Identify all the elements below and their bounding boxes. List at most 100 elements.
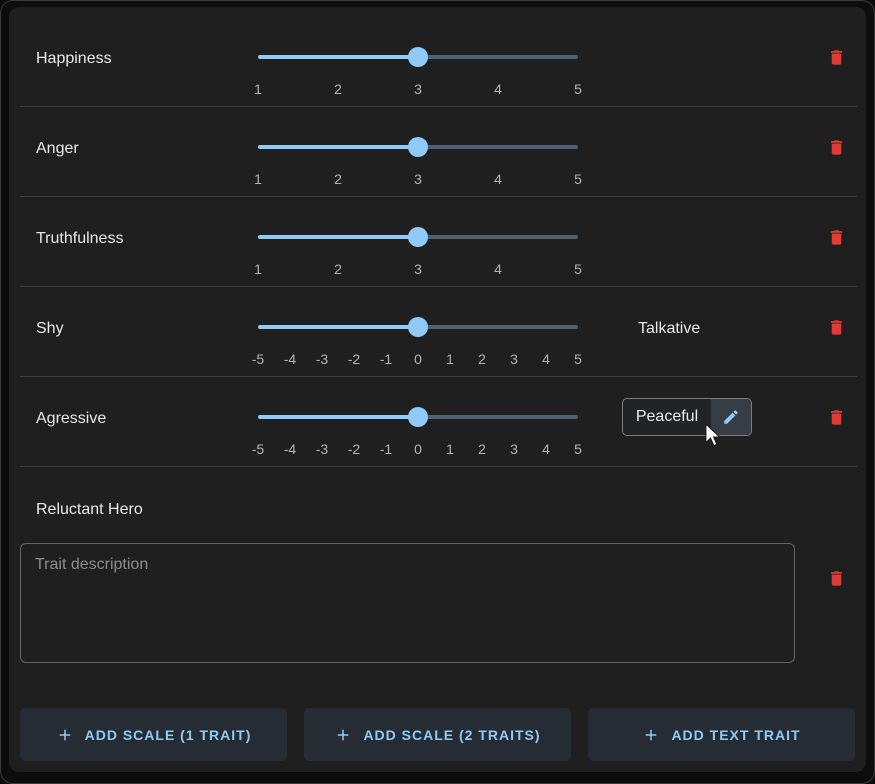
tick-label: 1 [446, 441, 454, 457]
tick-label: 1 [254, 261, 262, 277]
text-trait-label: Reluctant Hero [36, 499, 143, 521]
trait-slider[interactable] [248, 137, 588, 157]
trash-icon [827, 407, 846, 428]
tick-label: 4 [494, 171, 502, 187]
trait-slider[interactable] [248, 227, 588, 247]
trash-icon [827, 317, 846, 338]
tick-label: 2 [478, 351, 486, 367]
tick-label: 3 [414, 81, 422, 97]
add-scale-1-trait-button[interactable]: ADD SCALE (1 TRAIT) [20, 708, 287, 761]
slider-tick-labels: -5 -4 -3 -2 -1 0 1 2 3 4 5 [248, 351, 588, 369]
plus-icon [642, 726, 660, 744]
delete-trait-button[interactable] [822, 314, 850, 340]
traits-panel: Happiness 1 2 3 4 5 Anger 1 2 3 4 5 Truthfulness [9, 7, 866, 772]
tick-label: 4 [542, 351, 550, 367]
slider-track-active [258, 145, 418, 149]
add-text-trait-label: ADD TEXT TRAIT [671, 727, 800, 743]
tick-label: 3 [510, 351, 518, 367]
slider-tick-labels: 12345 [248, 171, 588, 189]
tick-label: 3 [414, 171, 422, 187]
trait-label: Happiness [36, 48, 112, 70]
delete-text-trait-button[interactable] [822, 565, 850, 591]
slider-tick-labels: -5 -4 -3 -2 -1 0 1 2 3 4 5 [248, 441, 588, 459]
scale-trait-row: Anger 12345 [9, 107, 866, 197]
plus-icon [334, 726, 352, 744]
row-divider [20, 466, 857, 467]
slider-thumb[interactable] [408, 317, 428, 337]
tick-label: 0 [414, 351, 422, 367]
slider-thumb[interactable] [408, 407, 428, 427]
tick-label: -1 [380, 441, 392, 457]
delete-trait-button[interactable] [822, 134, 850, 160]
slider-track-rest [418, 325, 578, 329]
scale-trait-row: Shy -5 -4 -3 -2 -1 0 1 2 3 4 5 Talkative [9, 287, 866, 377]
trash-icon [827, 47, 846, 68]
tick-label: 2 [334, 261, 342, 277]
tick-label: -4 [284, 441, 296, 457]
trait-label: Truthfulness [36, 228, 123, 250]
add-scale-2-traits-button[interactable]: ADD SCALE (2 TRAITS) [304, 708, 571, 761]
edit-right-label-button[interactable] [711, 399, 751, 435]
slider-thumb[interactable] [408, 227, 428, 247]
trait-slider[interactable] [248, 47, 588, 67]
slider-track-rest [418, 145, 578, 149]
trait-right-label: Peaceful [623, 399, 711, 435]
slider-track-active [258, 55, 418, 59]
tick-label: 5 [574, 261, 582, 277]
trash-icon [827, 227, 846, 248]
tick-label: 5 [574, 171, 582, 187]
tick-label: 2 [478, 441, 486, 457]
delete-trait-button[interactable] [822, 224, 850, 250]
tick-label: 3 [414, 261, 422, 277]
slider-track-rest [418, 415, 578, 419]
right-label-edit-box: Peaceful [622, 398, 752, 436]
scale-trait-row: Agressive -5 -4 -3 -2 -1 0 1 2 3 4 5 Peaceful [9, 377, 866, 467]
tick-label: 5 [574, 441, 582, 457]
tick-label: 1 [254, 81, 262, 97]
plus-icon [56, 726, 74, 744]
delete-trait-button[interactable] [822, 44, 850, 70]
trait-right-label: Talkative [638, 318, 700, 340]
tick-label: 4 [494, 81, 502, 97]
trait-slider[interactable] [248, 407, 588, 427]
slider-thumb[interactable] [408, 137, 428, 157]
slider-track-active [258, 235, 418, 239]
tick-label: 3 [510, 441, 518, 457]
trash-icon [827, 137, 846, 158]
pencil-icon [722, 408, 740, 426]
trash-icon [827, 568, 846, 589]
trait-label: Agressive [36, 408, 106, 430]
tick-label: 1 [446, 351, 454, 367]
tick-label: 4 [542, 441, 550, 457]
slider-track-active [258, 415, 418, 419]
tick-label: -5 [252, 441, 264, 457]
tick-label: -2 [348, 441, 360, 457]
trait-slider[interactable] [248, 317, 588, 337]
tick-label: 4 [494, 261, 502, 277]
tick-label: -2 [348, 351, 360, 367]
slider-track-rest [418, 55, 578, 59]
add-scale-1-trait-label: ADD SCALE (1 TRAIT) [85, 727, 252, 743]
tick-label: -3 [316, 441, 328, 457]
tick-label: -4 [284, 351, 296, 367]
trait-description-input[interactable] [20, 543, 795, 663]
tick-label: 5 [574, 81, 582, 97]
slider-track-rest [418, 235, 578, 239]
slider-tick-labels: 1 2 3 4 5 [248, 261, 588, 279]
add-scale-2-traits-label: ADD SCALE (2 TRAITS) [363, 727, 540, 743]
tick-label: 2 [334, 171, 342, 187]
slider-tick-labels: 1 2 3 4 5 [248, 81, 588, 99]
scale-trait-row: Happiness 1 2 3 4 5 [9, 17, 866, 107]
tick-label: -5 [252, 351, 264, 367]
delete-trait-button[interactable] [822, 404, 850, 430]
trait-label: Anger [36, 138, 79, 160]
tick-label: -1 [380, 351, 392, 367]
slider-thumb[interactable] [408, 47, 428, 67]
add-text-trait-button[interactable]: ADD TEXT TRAIT [588, 708, 855, 761]
tick-label: 5 [574, 351, 582, 367]
tick-label: 2 [334, 81, 342, 97]
tick-label: 0 [414, 441, 422, 457]
scale-trait-row: Truthfulness 1 2 3 4 5 [9, 197, 866, 287]
tick-label: -3 [316, 351, 328, 367]
trait-label: Shy [36, 318, 64, 340]
